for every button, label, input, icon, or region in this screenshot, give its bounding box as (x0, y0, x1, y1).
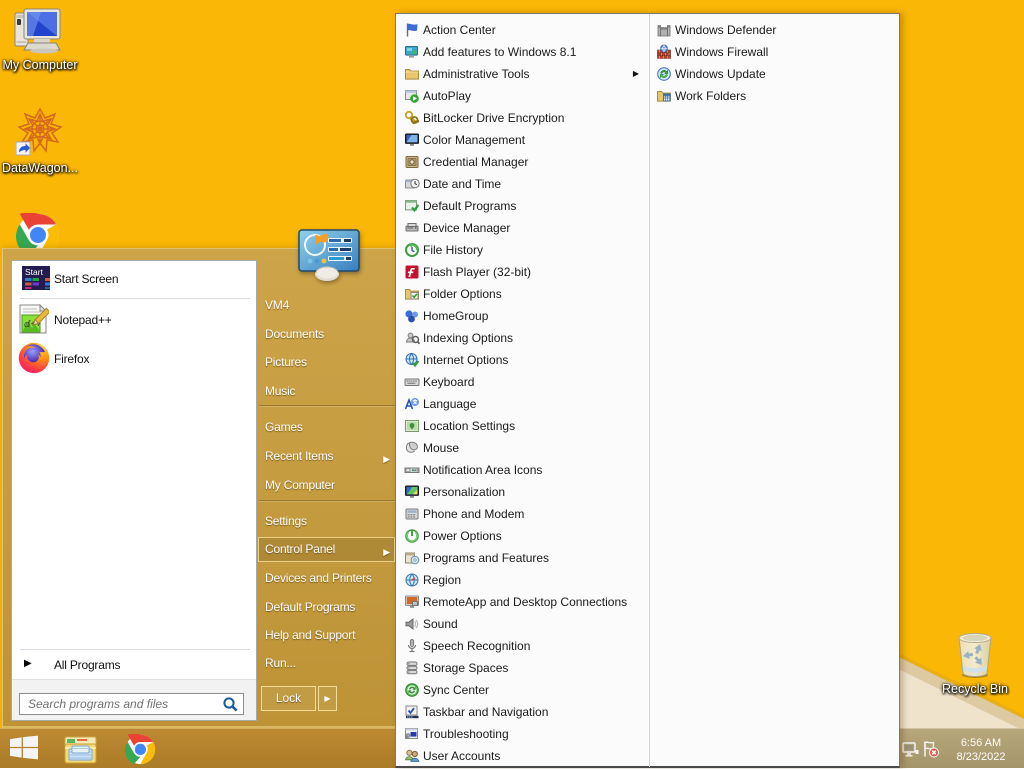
svg-text:Start: Start (25, 267, 44, 277)
svg-text:SS: SS (413, 601, 417, 605)
